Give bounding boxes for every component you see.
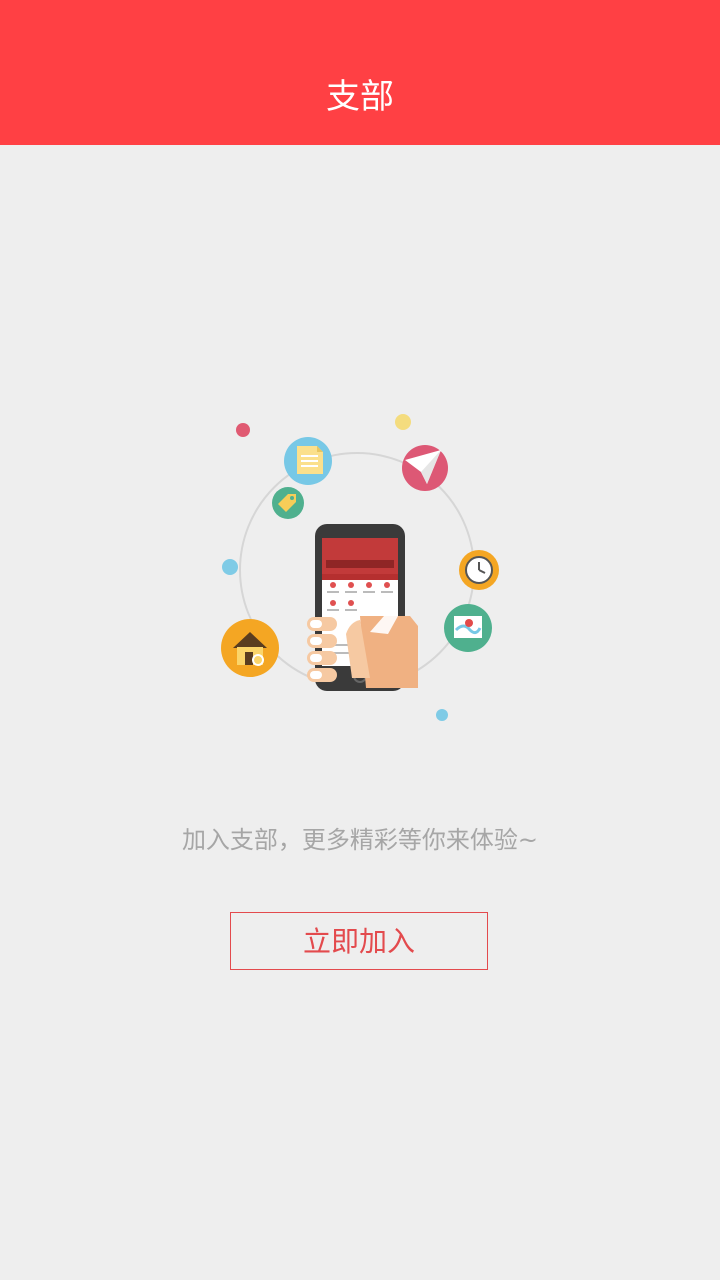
tag-icon <box>272 487 304 519</box>
decor-dot-blue-bottom <box>436 709 448 721</box>
app-header: 支部 <box>0 0 720 145</box>
paper-plane-icon <box>402 445 448 491</box>
decor-dot-yellow <box>395 414 411 430</box>
join-branch-illustration <box>221 414 499 721</box>
home-icon <box>221 619 279 677</box>
document-icon <box>284 437 332 485</box>
map-icon <box>444 604 492 652</box>
decor-dot-red <box>236 423 250 437</box>
hand-icon <box>307 616 418 688</box>
page-title: 支部 <box>326 77 394 117</box>
join-now-button[interactable]: 立即加入 <box>230 912 488 970</box>
join-tagline: 加入支部，更多精彩等你来体验~ <box>181 826 539 854</box>
decor-dot-blue-left <box>222 559 238 575</box>
clock-icon <box>459 550 499 590</box>
